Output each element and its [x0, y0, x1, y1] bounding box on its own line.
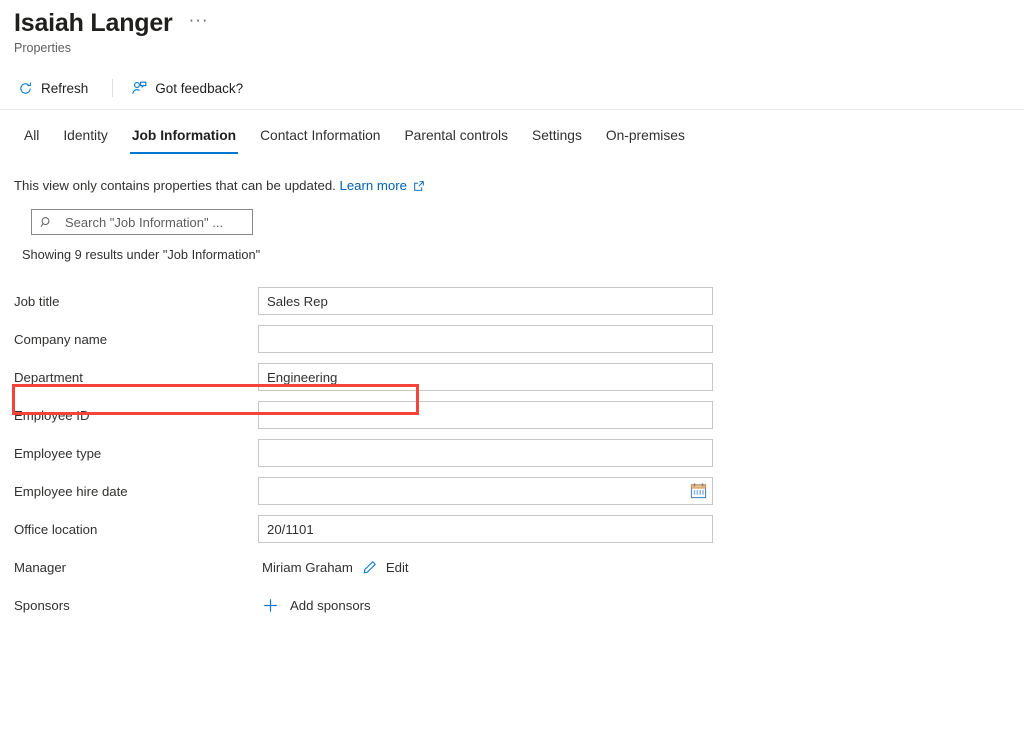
employee-id-input[interactable]: [258, 401, 713, 429]
employee-type-input[interactable]: [258, 439, 713, 467]
field-label-manager: Manager: [14, 559, 67, 575]
tab-contact-information[interactable]: Contact Information: [248, 116, 392, 154]
field-row-sponsors: Sponsors Add sponsors: [14, 586, 1024, 624]
refresh-button[interactable]: Refresh: [16, 78, 96, 99]
field-label-department: Department: [14, 369, 83, 385]
tab-all[interactable]: All: [12, 116, 51, 154]
field-row-manager: Manager Miriam Graham Edit: [14, 548, 1024, 586]
learn-more-link[interactable]: Learn more: [340, 178, 407, 193]
pencil-icon[interactable]: [362, 560, 377, 575]
tab-on-premises[interactable]: On-premises: [594, 116, 697, 154]
company-name-input[interactable]: [258, 325, 713, 353]
plus-icon: [262, 597, 279, 614]
command-bar-divider: [112, 79, 114, 97]
tab-job-information[interactable]: Job Information: [120, 116, 248, 154]
add-sponsors-label: Add sponsors: [290, 597, 371, 613]
properties-form: Job title Company name Department Employ…: [0, 262, 1024, 624]
field-label-office-location: Office location: [14, 521, 98, 537]
manager-value-group: Miriam Graham Edit: [258, 560, 409, 575]
manager-edit-button[interactable]: Edit: [386, 560, 409, 575]
field-input-wrap-employee-hire-date: [258, 477, 713, 505]
properties-page: Isaiah Langer ··· Properties Refresh Got…: [0, 0, 1024, 748]
page-header: Isaiah Langer ··· Properties: [0, 0, 1024, 55]
info-banner: This view only contains properties that …: [0, 154, 1024, 193]
page-title: Isaiah Langer: [14, 9, 173, 37]
field-label-job-title: Job title: [14, 293, 60, 309]
field-input-wrap-employee-id: [258, 401, 713, 429]
refresh-label: Refresh: [41, 80, 89, 96]
field-row-job-title: Job title: [14, 282, 1024, 320]
page-subtitle: Properties: [14, 41, 71, 55]
manager-value: Miriam Graham: [262, 559, 353, 575]
info-banner-text: This view only contains properties that …: [14, 178, 336, 193]
field-row-department: Department: [14, 358, 1024, 396]
title-row: Isaiah Langer ···: [14, 8, 1024, 38]
calendar-icon[interactable]: [690, 483, 707, 500]
got-feedback-button[interactable]: Got feedback?: [129, 77, 251, 99]
search-input[interactable]: [63, 213, 244, 231]
field-label-employee-type: Employee type: [14, 445, 102, 461]
tab-identity[interactable]: Identity: [51, 116, 119, 154]
field-label-company-name: Company name: [14, 331, 108, 347]
field-row-company-name: Company name: [14, 320, 1024, 358]
tab-parental-controls[interactable]: Parental controls: [392, 116, 520, 154]
search-box[interactable]: [31, 209, 253, 235]
field-input-wrap-company-name: [258, 325, 713, 353]
field-label-employee-id: Employee ID: [14, 407, 90, 423]
results-count-label: Showing 9 results under "Job Information…: [22, 247, 261, 262]
field-label-sponsors: Sponsors: [14, 597, 70, 613]
external-link-icon[interactable]: [413, 180, 425, 192]
field-row-employee-id: Employee ID: [14, 396, 1024, 434]
field-input-wrap-department: [258, 363, 713, 391]
field-input-wrap-job-title: [258, 287, 713, 315]
department-input[interactable]: [258, 363, 713, 391]
search-area: [0, 193, 1024, 235]
tab-bar: All Identity Job Information Contact Inf…: [0, 110, 1024, 154]
feedback-person-icon: [131, 80, 147, 96]
field-label-employee-hire-date: Employee hire date: [14, 483, 128, 499]
search-icon: [40, 216, 53, 229]
add-sponsors-button[interactable]: Add sponsors: [258, 597, 371, 614]
field-row-employee-type: Employee type: [14, 434, 1024, 472]
tab-settings[interactable]: Settings: [520, 116, 594, 154]
more-options-button[interactable]: ···: [185, 11, 213, 33]
command-bar: Refresh Got feedback?: [0, 65, 1024, 109]
office-location-input[interactable]: [258, 515, 713, 543]
field-input-wrap-employee-type: [258, 439, 713, 467]
field-row-employee-hire-date: Employee hire date: [14, 472, 1024, 510]
employee-hire-date-input[interactable]: [258, 477, 713, 505]
job-title-input[interactable]: [258, 287, 713, 315]
got-feedback-label: Got feedback?: [155, 80, 244, 96]
field-input-wrap-office-location: [258, 515, 713, 543]
refresh-icon: [18, 81, 33, 96]
field-row-office-location: Office location: [14, 510, 1024, 548]
